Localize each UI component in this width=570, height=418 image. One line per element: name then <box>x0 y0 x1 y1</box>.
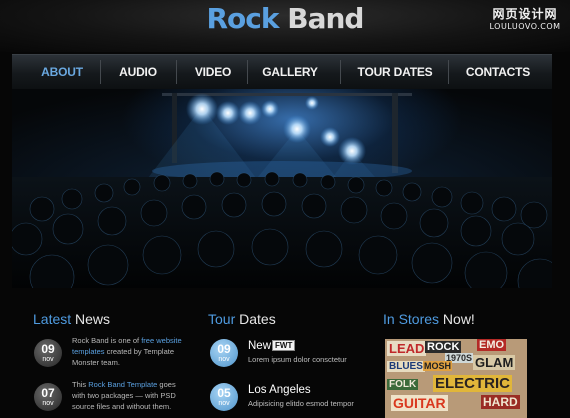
tour-city[interactable]: Los Angeles <box>248 384 311 396</box>
site-logo[interactable]: Rock Band <box>0 2 570 35</box>
collage-word: FOLK <box>387 379 419 390</box>
latest-news-title-rest: News <box>75 311 111 327</box>
nav-audio[interactable]: AUDIO <box>110 55 166 89</box>
collage-word: BLUES <box>387 361 425 372</box>
collage-word: ELECTRIC <box>433 375 512 392</box>
news-date-day: 09 <box>41 342 55 356</box>
collage-word: GLAM <box>473 355 516 370</box>
tour-dates-title-rest: Dates <box>239 311 276 327</box>
nav-divider <box>247 60 248 84</box>
news-item-text: Rock Band is one of free website templat… <box>72 335 184 368</box>
nav-contacts[interactable]: CONTACTS <box>452 55 544 89</box>
news-date-month: nov <box>42 400 54 407</box>
news-date-day: 07 <box>41 386 55 400</box>
news-link-free-templates[interactable]: free website <box>141 336 181 345</box>
tour-subtitle: Lorem ipsum dolor consctetur <box>248 355 347 364</box>
nav-divider <box>100 60 101 84</box>
tour-date-month: nov <box>218 400 230 407</box>
nav-tour-dates[interactable]: TOUR DATES <box>345 55 445 89</box>
tour-dates-title: Tour Dates <box>208 311 276 327</box>
watermark-line1: 网页设计网 <box>492 7 558 21</box>
nav-video[interactable]: VIDEO <box>185 55 241 89</box>
watermark-line2: LOULUOVO.COM <box>489 21 561 31</box>
nav-about[interactable]: ABOUT <box>32 55 92 89</box>
in-stores-title-accent: In Stores <box>383 311 440 327</box>
header: Rock Band 网页设计网 LOULUOVO.COM <box>0 0 570 52</box>
news-text-part: goes <box>157 380 176 389</box>
latest-news-title: Latest News <box>33 311 110 327</box>
tour-date-month: nov <box>218 356 230 363</box>
news-date-badge: 09 nov <box>34 339 62 367</box>
tour-city[interactable]: New FWT <box>248 340 296 352</box>
tour-subtitle: Adipisicing elitdo esmod tempor <box>248 399 354 408</box>
main-nav: ABOUT AUDIO VIDEO GALLERY TOUR DATES CON… <box>12 54 552 90</box>
news-text-part: with two packages — with PSD <box>72 391 176 400</box>
news-item-text: This Rock Band Template goes with two pa… <box>72 379 184 412</box>
site-title-word1: Rock <box>206 2 280 35</box>
news-text-part: Rock Band is one of <box>72 336 142 345</box>
hero-concert-image <box>12 89 552 288</box>
news-text-part: Monster team. <box>72 358 120 367</box>
tour-date-day: 05 <box>217 386 231 400</box>
watermark: 网页设计网 LOULUOVO.COM <box>488 7 562 31</box>
album-cover-collage[interactable]: LEAD ELECTRIC GUITAR HARD GLAM EMO 1970S… <box>385 339 527 418</box>
tour-date-badge: 09 nov <box>210 339 238 367</box>
news-date-month: nov <box>42 356 54 363</box>
concert-illustration <box>12 93 552 288</box>
tour-city-name: New <box>248 340 272 352</box>
nav-divider <box>340 60 341 84</box>
latest-news-title-accent: Latest <box>33 311 72 327</box>
news-link-templates[interactable]: templates <box>72 347 105 356</box>
nav-gallery[interactable]: GALLERY <box>254 55 326 89</box>
nav-divider <box>176 60 177 84</box>
tour-date-day: 09 <box>217 342 231 356</box>
collage-word: HARD <box>481 395 520 409</box>
news-text-part: created by Template <box>104 347 175 356</box>
news-text-part: This <box>72 380 89 389</box>
tour-dates-title-accent: Tour <box>208 311 236 327</box>
news-date-badge: 07 nov <box>34 383 62 411</box>
collage-word: GUITAR <box>391 395 448 411</box>
fwt-badge: FWT <box>272 340 296 351</box>
site-title-word2: Band <box>287 2 364 35</box>
collage-word: MOSH <box>423 361 452 371</box>
nav-divider <box>448 60 449 84</box>
collage-word: ROCK <box>425 341 462 353</box>
in-stores-title-rest: Now! <box>442 311 475 327</box>
in-stores-title: In Stores Now! <box>383 311 475 327</box>
news-text-part: source files and without them. <box>72 402 172 411</box>
collage-word: LEAD <box>387 341 427 356</box>
news-link-rock-band-template[interactable]: Rock Band Template <box>88 380 157 389</box>
collage-word: EMO <box>477 339 507 351</box>
tour-date-badge: 05 nov <box>210 383 238 411</box>
